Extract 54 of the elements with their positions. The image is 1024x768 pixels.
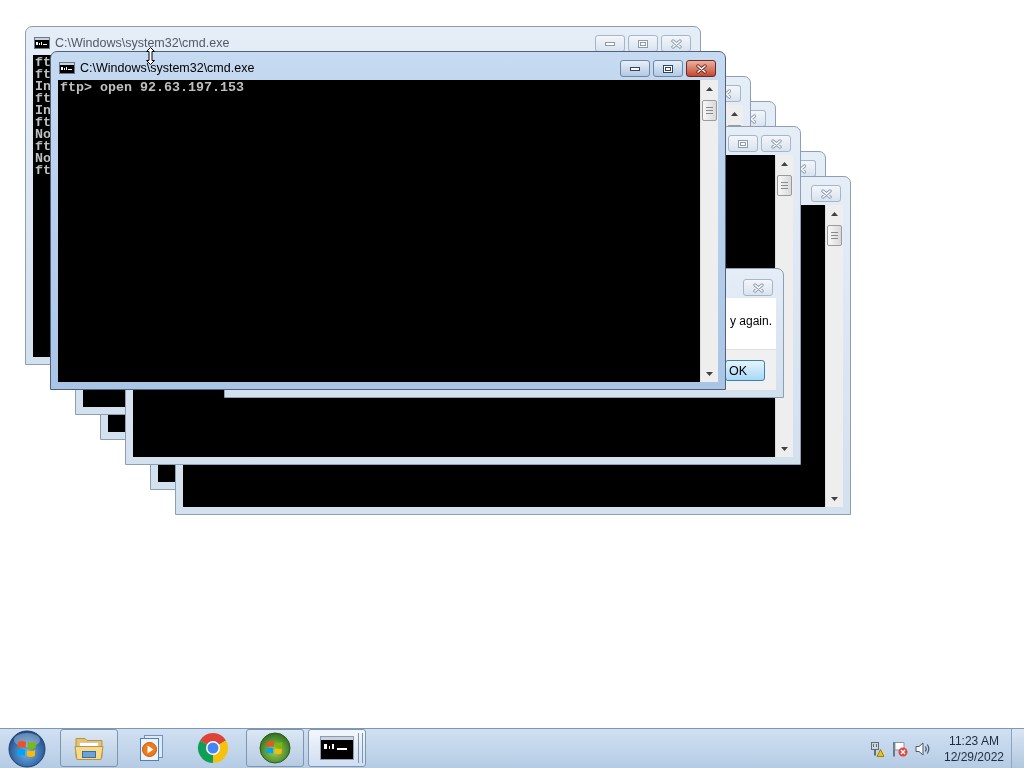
console-line: ft — [35, 57, 51, 69]
scroll-up-arrow-icon[interactable] — [781, 161, 788, 166]
console-line: ft — [35, 93, 51, 105]
console-app-icon — [34, 37, 50, 49]
minimize-icon — [605, 41, 615, 46]
folder-icon — [74, 735, 104, 761]
console-app-icon — [59, 62, 75, 74]
minimize-button[interactable] — [620, 60, 650, 77]
scroll-thumb[interactable] — [777, 175, 792, 196]
console-icon — [320, 736, 354, 760]
console-line: No — [35, 153, 51, 165]
orb-icon — [8, 729, 46, 768]
scroll-down-arrow-icon[interactable] — [706, 371, 713, 376]
scroll-up-arrow-icon[interactable] — [731, 111, 738, 116]
maximize-icon — [638, 39, 648, 48]
clock[interactable]: 11:23 AM 12/29/2022 — [937, 729, 1011, 768]
minimize-icon — [630, 66, 640, 71]
close-icon — [670, 38, 682, 49]
close-button[interactable] — [686, 60, 716, 77]
ok-button[interactable]: OK — [725, 360, 765, 381]
console-line: ft — [35, 117, 51, 129]
close-icon — [752, 282, 764, 293]
scroll-up-arrow-icon[interactable] — [706, 86, 713, 91]
window-title: C:\Windows\system32\cmd.exe — [80, 60, 255, 76]
maximize-icon — [738, 139, 748, 148]
console-line: ft — [35, 141, 51, 153]
scroll-down-arrow-icon[interactable] — [831, 496, 838, 501]
close-icon — [820, 188, 832, 199]
console-line: In — [35, 81, 51, 93]
media-play-icon — [138, 734, 164, 762]
dialog-message: y again. — [729, 313, 772, 329]
scroll-thumb[interactable] — [702, 100, 717, 121]
scroll-down-arrow-icon[interactable] — [781, 446, 788, 451]
console-line: No — [35, 129, 51, 141]
scrollbar[interactable] — [700, 80, 718, 382]
close-icon — [726, 88, 731, 99]
console-line: ft — [35, 165, 51, 177]
browser-icon — [197, 732, 229, 764]
scrollbar[interactable] — [825, 205, 843, 507]
network-warning-icon[interactable] — [868, 740, 884, 757]
console-line: ft — [35, 69, 51, 81]
speaker-icon[interactable] — [915, 740, 931, 757]
scroll-thumb[interactable] — [827, 225, 842, 246]
close-icon — [770, 138, 782, 149]
maximize-icon — [663, 64, 673, 73]
close-icon — [695, 63, 707, 74]
maximize-button[interactable] — [653, 60, 683, 77]
scroll-up-arrow-icon[interactable] — [831, 211, 838, 216]
taskbar-button[interactable] — [308, 729, 366, 767]
window-title: C:\Windows\system32\cmd.exe — [55, 35, 230, 51]
console-line: ftp> open 92.63.197.153 — [60, 82, 244, 94]
flag-orb-icon — [259, 732, 291, 764]
console-line: In — [35, 105, 51, 117]
flag-error-icon[interactable] — [892, 740, 908, 757]
